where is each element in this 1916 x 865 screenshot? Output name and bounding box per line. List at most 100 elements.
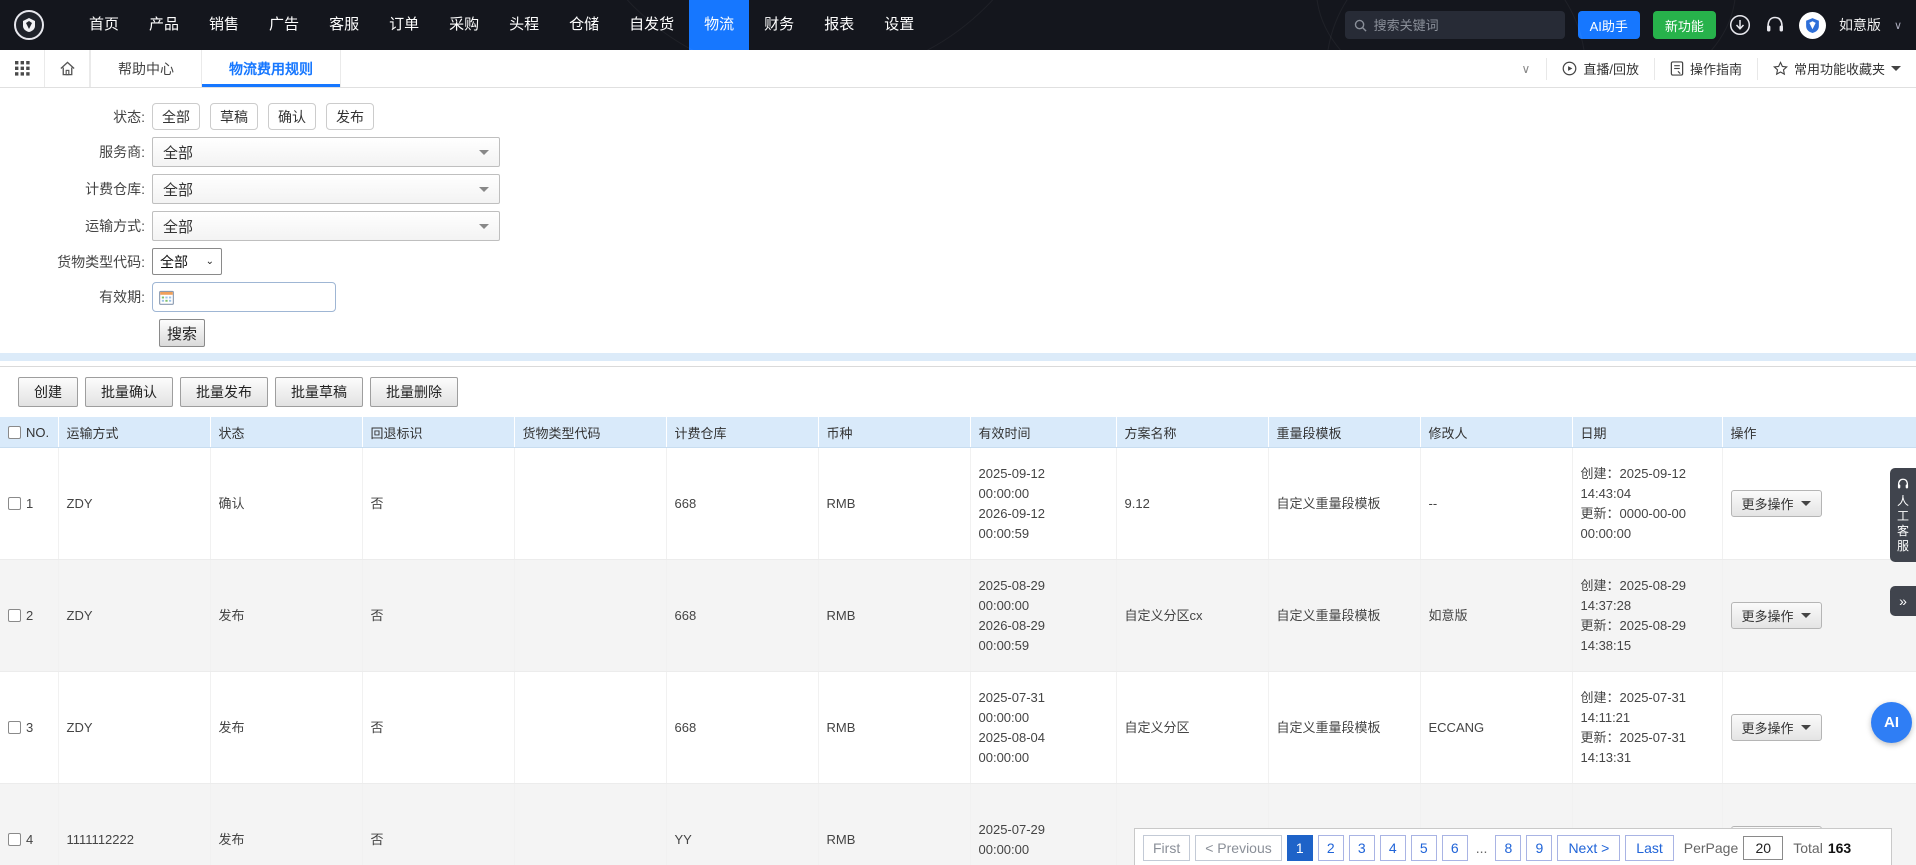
filter-dropdown-0[interactable]: 全部 [152, 137, 500, 167]
ai-assistant-button[interactable]: AI助手 [1577, 11, 1640, 39]
page-button-3[interactable]: 3 [1348, 835, 1375, 861]
nav-item-13[interactable]: 设置 [869, 0, 929, 50]
status-option-3[interactable]: 发布 [326, 103, 374, 130]
filter-dropdown-1[interactable]: 全部 [152, 174, 500, 204]
nav-item-12[interactable]: 报表 [809, 0, 869, 50]
favorites-link[interactable]: 常用功能收藏夹 [1756, 57, 1916, 80]
nav-item-8[interactable]: 仓储 [554, 0, 614, 50]
document-icon [1670, 61, 1684, 76]
tab-1[interactable]: 物流费用规则 [202, 50, 341, 87]
per-page-input[interactable] [1743, 836, 1784, 860]
row-select-cell: 3 [0, 671, 58, 784]
apps-grid-icon[interactable] [0, 50, 44, 87]
nav-item-4[interactable]: 客服 [314, 0, 374, 50]
page-button-5[interactable]: 5 [1410, 835, 1437, 861]
action-button-4[interactable]: 批量删除 [370, 377, 458, 407]
more-actions-button[interactable]: 更多操作 [1730, 602, 1822, 629]
nav-item-11[interactable]: 财务 [749, 0, 809, 50]
live-replay-link[interactable]: 直播/回放 [1546, 57, 1654, 80]
operation-guide-label: 操作指南 [1689, 62, 1742, 77]
nav-item-10[interactable]: 物流 [689, 0, 750, 50]
row-checkbox[interactable] [8, 609, 21, 622]
nav-item-9[interactable]: 自发货 [614, 0, 689, 50]
user-name[interactable]: 如意版 [1839, 15, 1881, 35]
validity-date-input[interactable] [152, 282, 336, 312]
row-weight-template: 自定义重量段模板 [1267, 447, 1420, 560]
search-input[interactable] [1373, 17, 1544, 33]
cargo-type-select[interactable]: 全部 ⌄ [152, 248, 222, 275]
column-header-12: 操作 [1721, 416, 1916, 448]
filter-panel-footer [0, 353, 1916, 361]
dropdown-value: 全部 [163, 144, 194, 162]
status-option-0[interactable]: 全部 [152, 103, 200, 130]
page-button-1[interactable]: 1 [1286, 835, 1313, 861]
expand-panel-button[interactable]: » [1890, 586, 1916, 616]
row-checkbox[interactable] [8, 721, 21, 734]
caret-down-icon [1800, 725, 1811, 735]
filter-row-1: 计费仓库: 全部 [0, 174, 1916, 204]
nav-item-5[interactable]: 订单 [374, 0, 434, 50]
home-icon[interactable] [44, 50, 90, 87]
pagination-bar: First < Previous 1 2 3 4 5 6... 8 9 Next > Last… [1134, 828, 1892, 865]
page-button-6[interactable]: 6 [1441, 835, 1468, 861]
nav-item-7[interactable]: 头程 [494, 0, 554, 50]
table-header-row: NO. 运输方式 状态 回退标识 货物类型代码 计费仓库 币种 有效时间 方案名称 重量段模板 修改… [0, 416, 1916, 448]
row-rollback: 否 [361, 559, 514, 672]
page-button-2[interactable]: 2 [1317, 835, 1344, 861]
nav-item-3[interactable]: 广告 [254, 0, 314, 50]
column-header-9: 重量段模板 [1267, 416, 1420, 448]
column-header-3: 回退标识 [361, 416, 514, 448]
caret-down-icon [1891, 66, 1901, 76]
nav-item-6[interactable]: 采购 [434, 0, 494, 50]
tab-0[interactable]: 帮助中心 [90, 50, 202, 87]
row-rollback: 否 [361, 671, 514, 784]
avatar[interactable] [1798, 11, 1826, 39]
page-button-9[interactable]: 9 [1526, 835, 1553, 861]
star-icon [1772, 61, 1788, 76]
operation-guide-link[interactable]: 操作指南 [1653, 57, 1757, 80]
action-button-0[interactable]: 创建 [18, 377, 78, 407]
row-checkbox[interactable] [8, 497, 21, 510]
navbar-right: AI助手 新功能 [1344, 11, 1916, 39]
action-button-3[interactable]: 批量草稿 [275, 377, 363, 407]
select-all-checkbox[interactable] [8, 425, 21, 439]
collapse-tabs-icon[interactable]: ∨ [1506, 62, 1547, 76]
page-button-8[interactable]: 8 [1495, 835, 1522, 861]
app-logo[interactable] [14, 10, 44, 40]
more-actions-button[interactable]: 更多操作 [1730, 714, 1822, 741]
live-support-tab[interactable]: 人工客服 [1890, 468, 1916, 562]
chevron-down-icon: ⌄ [205, 256, 214, 267]
filter-row-0: 服务商: 全部 [0, 137, 1916, 167]
main-menu: 首页 产品 销售 广告 客服 订单 采购 头程 仓储 自发货 物流 财务 报表 设置 [74, 0, 929, 50]
nav-item-0[interactable]: 首页 [74, 0, 134, 50]
nav-item-1[interactable]: 产品 [134, 0, 194, 50]
status-option-2[interactable]: 确认 [268, 103, 316, 130]
page-button-4[interactable]: 4 [1379, 835, 1406, 861]
new-feature-button[interactable]: 新功能 [1652, 11, 1716, 39]
validity-label: 有效期: [99, 289, 145, 305]
nav-item-2[interactable]: 销售 [194, 0, 254, 50]
action-button-1[interactable]: 批量确认 [85, 377, 173, 407]
more-actions-button[interactable]: 更多操作 [1730, 490, 1822, 517]
download-icon[interactable] [1729, 14, 1751, 36]
last-page-button[interactable]: Last [1625, 835, 1674, 861]
status-option-1[interactable]: 草稿 [210, 103, 258, 130]
row-weight-template: 自定义重量段模板 [1267, 671, 1420, 784]
row-valid-time: 2025-07-31 00:00:00 2025-08-04 00:00:00 [969, 671, 1116, 784]
first-page-button[interactable]: First [1143, 835, 1191, 861]
column-header-0: NO. [0, 416, 58, 448]
row-number: 4 [26, 831, 34, 847]
ai-float-button[interactable]: AI [1871, 702, 1912, 743]
previous-page-button[interactable]: < Previous [1195, 835, 1282, 861]
search-button[interactable]: 搜索 [159, 319, 205, 347]
action-button-2[interactable]: 批量发布 [180, 377, 268, 407]
filter-dropdown-2[interactable]: 全部 [152, 211, 500, 241]
chevron-down-icon[interactable]: ∨ [1894, 19, 1902, 32]
row-valid-time: 2025-09-12 00:00:00 2026-09-12 00:00:59 [969, 447, 1116, 560]
next-page-button[interactable]: Next > [1557, 835, 1621, 861]
row-checkbox[interactable] [8, 833, 21, 846]
live-replay-label: 直播/回放 [1583, 62, 1639, 77]
global-search[interactable] [1344, 11, 1565, 39]
headset-icon[interactable] [1764, 14, 1786, 36]
tabbar-right: ∨ 直播/回放 操作指南 常用功能收藏夹 [1506, 50, 1916, 87]
